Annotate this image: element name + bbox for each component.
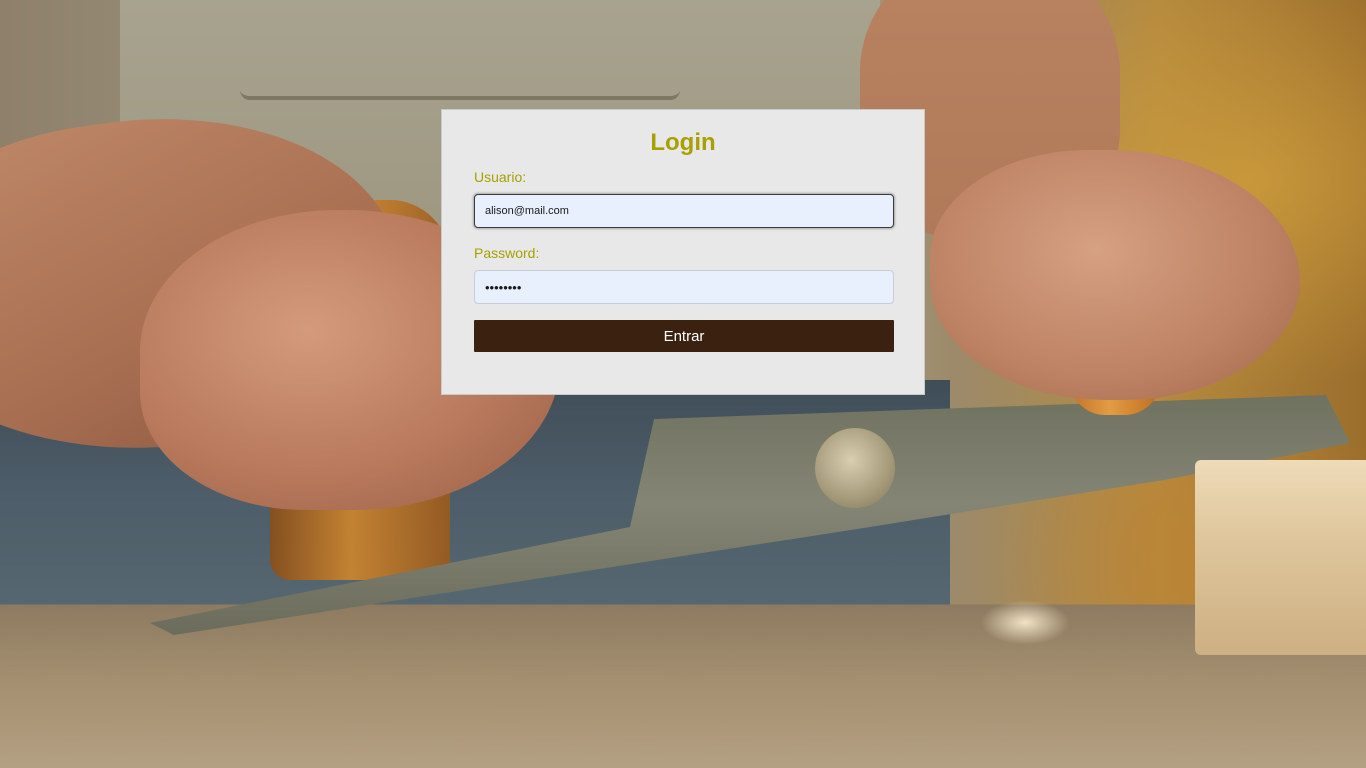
password-input[interactable] [474, 270, 894, 304]
login-title: Login [650, 129, 716, 156]
login-card: Login Usuario: Password: Entrar [441, 109, 925, 395]
login-button[interactable]: Entrar [474, 320, 894, 352]
wood-block [1195, 460, 1366, 655]
plane-adjuster-disc [815, 428, 895, 508]
apron-pocket [240, 30, 680, 100]
username-input[interactable] [474, 194, 894, 228]
username-label: Usuario: [474, 169, 527, 185]
password-label: Password: [474, 245, 540, 261]
wood-shavings [980, 600, 1070, 645]
